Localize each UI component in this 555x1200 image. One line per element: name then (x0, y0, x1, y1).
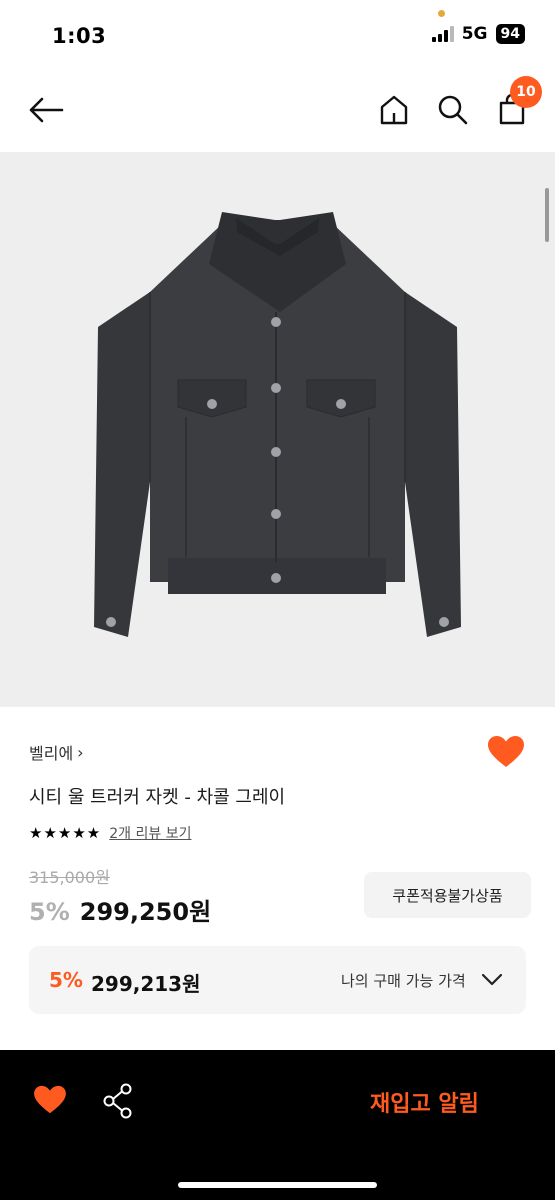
heart-icon (34, 1085, 66, 1114)
share-button[interactable] (102, 1083, 138, 1121)
network-type: 5G (461, 24, 488, 44)
original-price: 315,000원 (29, 868, 110, 887)
signal-icon (431, 26, 454, 42)
battery-level: 94 (495, 24, 525, 44)
brand-link[interactable]: 벨리에 › (29, 740, 84, 764)
status-icons: 5G 94 (431, 24, 525, 44)
price-row: 5% 299,250원 (29, 892, 211, 927)
share-icon (103, 1083, 132, 1119)
chevron-right-icon: › (77, 742, 84, 762)
search-icon (438, 95, 468, 125)
star-rating-icon: ★★★★★ (29, 824, 102, 842)
discount-rate: 5% (29, 898, 70, 926)
status-bar: 1:03 5G 94 (0, 0, 555, 70)
top-navigation: 10 (0, 70, 555, 150)
jacket-illustration (94, 212, 461, 637)
review-link[interactable]: 2개 리뷰 보기 (109, 823, 191, 843)
my-price-label: 나의 구매 가능 가격 (341, 972, 466, 990)
product-detail-screen: 1:03 5G 94 10 벨리에 › 시티 울 트러커 자켓 - 차콜 그레이… (0, 0, 555, 1200)
location-indicator-icon (438, 10, 445, 17)
back-arrow-icon (29, 97, 64, 123)
my-price-dropdown[interactable]: 5% 299,213원 나의 구매 가능 가격 (29, 946, 526, 1014)
back-button[interactable] (26, 92, 66, 128)
product-image[interactable] (0, 152, 555, 707)
home-icon (380, 95, 408, 125)
home-indicator[interactable] (178, 1182, 377, 1188)
heart-icon (488, 736, 524, 767)
like-button[interactable] (487, 735, 525, 771)
chevron-down-icon (481, 973, 503, 986)
rating-row: ★★★★★ 2개 리뷰 보기 (29, 823, 191, 843)
product-title: 시티 울 트러커 자켓 - 차콜 그레이 (29, 787, 286, 808)
status-time: 1:03 (52, 24, 107, 48)
sale-price: 299,250원 (79, 898, 212, 926)
wishlist-button[interactable] (33, 1085, 69, 1119)
my-price-value: 299,213원 (91, 972, 201, 996)
cart-count-badge: 10 (510, 76, 542, 108)
home-button[interactable] (376, 90, 412, 130)
section-divider (0, 1040, 555, 1050)
coupon-unavailable-badge: 쿠폰적용불가상품 (364, 872, 531, 918)
my-discount-rate: 5% (49, 968, 83, 992)
restock-alert-button[interactable]: 재입고 알림 (370, 1086, 479, 1118)
brand-name: 벨리에 (29, 744, 74, 763)
image-scroll-indicator (545, 188, 549, 242)
bottom-action-bar: 재입고 알림 (0, 1050, 555, 1200)
search-button[interactable] (435, 90, 471, 130)
